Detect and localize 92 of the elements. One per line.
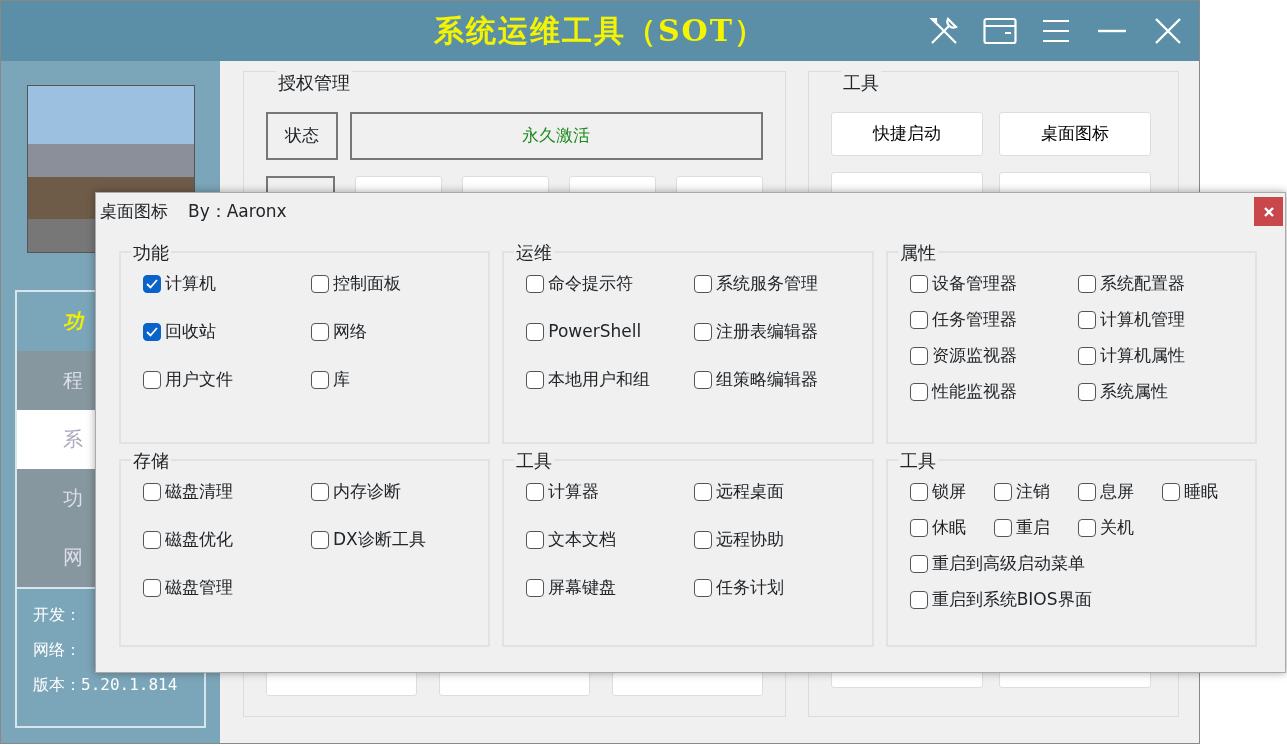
checkbox-option[interactable]: PowerShell — [526, 320, 695, 344]
checkbox-option[interactable]: 内存诊断 — [311, 480, 479, 504]
checkbox[interactable] — [694, 371, 713, 389]
checkbox[interactable] — [694, 275, 713, 293]
checkbox[interactable] — [311, 483, 329, 501]
checkbox[interactable] — [311, 371, 329, 389]
checkbox-option[interactable]: 计算机管理 — [1077, 308, 1246, 332]
checkbox-option[interactable]: 任务计划 — [694, 576, 863, 600]
dialog-title: 桌面图标 — [100, 200, 168, 224]
feature-button[interactable]: 快捷启动 — [831, 112, 983, 156]
checkbox-option[interactable]: DX诊断工具 — [311, 528, 479, 552]
checkbox[interactable] — [1077, 275, 1096, 293]
checkbox-option[interactable]: 组策略编辑器 — [694, 368, 863, 392]
checkbox-option[interactable]: 回收站 — [143, 320, 311, 344]
checkbox[interactable] — [143, 275, 161, 293]
checkbox[interactable] — [311, 323, 329, 341]
checkbox-option[interactable]: 息屏 — [1077, 480, 1162, 504]
checkbox[interactable] — [143, 323, 161, 341]
checkbox[interactable] — [1077, 483, 1096, 501]
window-title: 系统运维工具（SOT） — [433, 11, 767, 50]
info-text: 开发： — [33, 604, 82, 626]
checkbox-option[interactable]: 远程协助 — [694, 528, 863, 552]
checkbox[interactable] — [311, 275, 329, 293]
checkbox-option[interactable]: 系统服务管理 — [694, 272, 863, 296]
checkbox-option[interactable]: 磁盘管理 — [143, 576, 311, 600]
checkbox[interactable] — [909, 591, 928, 609]
checkbox[interactable] — [909, 383, 928, 401]
checkbox[interactable] — [1077, 383, 1096, 401]
checkbox-option[interactable]: 关机 — [1077, 516, 1162, 540]
checkbox-option[interactable]: 系统属性 — [1077, 380, 1246, 404]
feature-button[interactable]: 桌面图标 — [999, 112, 1151, 156]
checkbox[interactable] — [1077, 519, 1096, 537]
checkbox[interactable] — [694, 323, 713, 341]
checkbox-option[interactable]: 计算机 — [143, 272, 311, 296]
checkbox-option[interactable]: 性能监视器 — [909, 380, 1078, 404]
checkbox-option[interactable]: 休眠 — [909, 516, 994, 540]
checkbox[interactable] — [143, 483, 161, 501]
checkbox[interactable] — [143, 531, 161, 549]
status-label: 状态 — [266, 112, 338, 160]
info-text: 网络： — [33, 639, 82, 661]
checkbox-option[interactable]: 重启到系统BIOS界面 — [909, 588, 1246, 612]
close-icon[interactable] — [1254, 197, 1283, 226]
checkbox[interactable] — [909, 483, 928, 501]
checkbox-option[interactable]: 重启 — [993, 516, 1078, 540]
checkbox-option[interactable]: 设备管理器 — [909, 272, 1078, 296]
checkbox-option[interactable]: 资源监视器 — [909, 344, 1078, 368]
checkbox[interactable] — [526, 579, 545, 597]
checkbox-option[interactable]: 任务管理器 — [909, 308, 1078, 332]
checkbox-option[interactable]: 注册表编辑器 — [694, 320, 863, 344]
info-text: 版本：5.20.1.814 — [33, 674, 179, 696]
checkbox-option[interactable]: 锁屏 — [909, 480, 994, 504]
checkbox-option[interactable]: 文本文档 — [526, 528, 695, 552]
checkbox[interactable] — [694, 531, 713, 549]
checkbox-option[interactable]: 磁盘清理 — [143, 480, 311, 504]
checkbox-option[interactable]: 远程桌面 — [694, 480, 863, 504]
checkbox[interactable] — [311, 531, 329, 549]
checkbox-option[interactable]: 用户文件 — [143, 368, 311, 392]
checkbox[interactable] — [694, 483, 713, 501]
checkbox-option[interactable]: 重启到高级启动菜单 — [909, 552, 1246, 576]
checkbox-option[interactable]: 磁盘优化 — [143, 528, 311, 552]
checkbox-option[interactable]: 控制面板 — [311, 272, 479, 296]
checkbox[interactable] — [526, 371, 545, 389]
checkbox[interactable] — [526, 531, 545, 549]
checkbox[interactable] — [1077, 311, 1096, 329]
checkbox[interactable] — [143, 579, 161, 597]
checkbox-option[interactable]: 网络 — [311, 320, 479, 344]
checkbox-option[interactable]: 注销 — [993, 480, 1078, 504]
checkbox[interactable] — [993, 483, 1012, 501]
checkbox[interactable] — [526, 275, 545, 293]
checkbox-option[interactable]: 库 — [311, 368, 479, 392]
checkbox[interactable] — [909, 347, 928, 365]
checkbox[interactable] — [1077, 347, 1096, 365]
window-icon[interactable] — [983, 15, 1017, 47]
dialog-author: By：Aaronx — [188, 200, 287, 224]
checkbox[interactable] — [526, 483, 545, 501]
checkbox-option[interactable]: 命令提示符 — [526, 272, 695, 296]
checkbox[interactable] — [909, 275, 928, 293]
checkbox-option[interactable]: 睡眠 — [1161, 480, 1246, 504]
checkbox[interactable] — [1161, 483, 1180, 501]
checkbox-option[interactable]: 屏幕键盘 — [526, 576, 695, 600]
checkbox-option[interactable]: 计算机属性 — [1077, 344, 1246, 368]
checkbox[interactable] — [143, 371, 161, 389]
checkbox[interactable] — [909, 311, 928, 329]
checkbox[interactable] — [909, 555, 928, 573]
checkbox-option[interactable]: 本地用户和组 — [526, 368, 695, 392]
status-value: 永久激活 — [349, 112, 763, 160]
checkbox[interactable] — [909, 519, 928, 537]
checkbox-option[interactable]: 系统配置器 — [1077, 272, 1246, 296]
checkbox[interactable] — [993, 519, 1012, 537]
checkbox-option[interactable]: 计算器 — [526, 480, 695, 504]
checkbox[interactable] — [526, 323, 545, 341]
checkbox[interactable] — [694, 579, 713, 597]
